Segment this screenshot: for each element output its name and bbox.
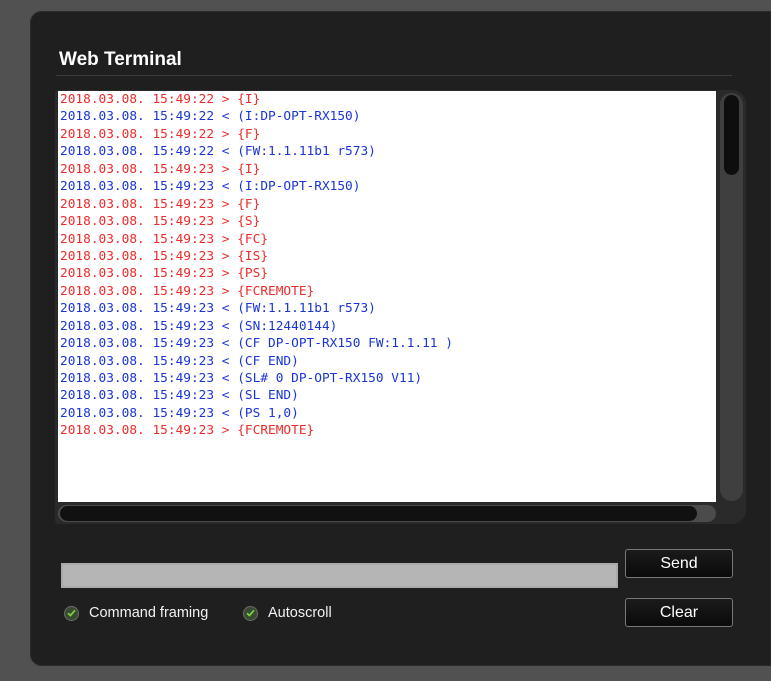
check-icon[interactable] bbox=[64, 605, 79, 621]
web-terminal-panel: Web Terminal 2018.03.08. 15:49:22 > {I} 2… bbox=[30, 11, 771, 666]
terminal-log-frame: 2018.03.08. 15:49:22 > {I} 2018.03.08. 15… bbox=[55, 90, 746, 524]
log-line: 2018.03.08. 15:49:23 > {I} bbox=[60, 161, 261, 177]
log-line: 2018.03.08. 15:49:23 > {FC} bbox=[60, 231, 269, 247]
log-line: 2018.03.08. 15:49:23 < (PS 1,0) bbox=[60, 405, 299, 421]
log-line: 2018.03.08. 15:49:22 < (FW:1.1.11b1 r573… bbox=[60, 144, 376, 160]
page: Web Terminal 2018.03.08. 15:49:22 > {I} 2… bbox=[0, 0, 771, 681]
log-line: 2018.03.08. 15:49:23 < (CF END) bbox=[60, 353, 299, 369]
command-framing-label: Command framing bbox=[89, 605, 209, 621]
log-line: 2018.03.08. 15:49:22 > {F} bbox=[60, 126, 261, 142]
log-line: 2018.03.08. 15:49:22 > {I} bbox=[60, 92, 261, 107]
command-input[interactable] bbox=[61, 563, 618, 588]
horizontal-scrollbar[interactable] bbox=[58, 505, 716, 522]
send-button[interactable]: Send bbox=[625, 549, 733, 578]
log-line: 2018.03.08. 15:49:23 > {PS} bbox=[60, 266, 269, 282]
log-line: 2018.03.08. 15:49:23 < (SN:12440144) bbox=[60, 318, 338, 334]
log-line: 2018.03.08. 15:49:23 < (SL END) bbox=[60, 388, 299, 404]
log-line: 2018.03.08. 15:49:23 < (I:DP-OPT-RX150) bbox=[60, 179, 361, 195]
log-line: 2018.03.08. 15:49:23 < (FW:1.1.11b1 r573… bbox=[60, 301, 376, 317]
check-icon[interactable] bbox=[243, 605, 258, 621]
vertical-scrollbar[interactable] bbox=[720, 93, 743, 501]
log-line: 2018.03.08. 15:49:23 > {FCREMOTE} bbox=[60, 423, 315, 439]
vertical-scrollbar-thumb[interactable] bbox=[724, 95, 739, 175]
log-line: 2018.03.08. 15:49:23 < (SL# 0 DP-OPT-RX1… bbox=[60, 371, 423, 386]
terminal-log[interactable]: 2018.03.08. 15:49:22 > {I} 2018.03.08. 15… bbox=[58, 91, 716, 502]
autoscroll-label: Autoscroll bbox=[268, 605, 332, 621]
clear-button[interactable]: Clear bbox=[625, 598, 733, 627]
command-framing-option[interactable]: Command framing bbox=[64, 603, 208, 623]
log-line: 2018.03.08. 15:49:23 > {FCREMOTE} bbox=[60, 283, 315, 299]
horizontal-scrollbar-thumb[interactable] bbox=[60, 506, 697, 521]
log-line: 2018.03.08. 15:49:22 < (I:DP-OPT-RX150) bbox=[60, 109, 361, 125]
log-line: 2018.03.08. 15:49:23 > {S} bbox=[60, 214, 261, 230]
title-divider bbox=[56, 75, 732, 76]
panel-title: Web Terminal bbox=[59, 49, 182, 70]
log-line: 2018.03.08. 15:49:23 > {F} bbox=[60, 196, 261, 212]
log-line: 2018.03.08. 15:49:23 > {IS} bbox=[60, 248, 269, 264]
log-line: 2018.03.08. 15:49:23 < (CF DP-OPT-RX150 … bbox=[60, 336, 453, 352]
autoscroll-option[interactable]: Autoscroll bbox=[243, 603, 332, 623]
